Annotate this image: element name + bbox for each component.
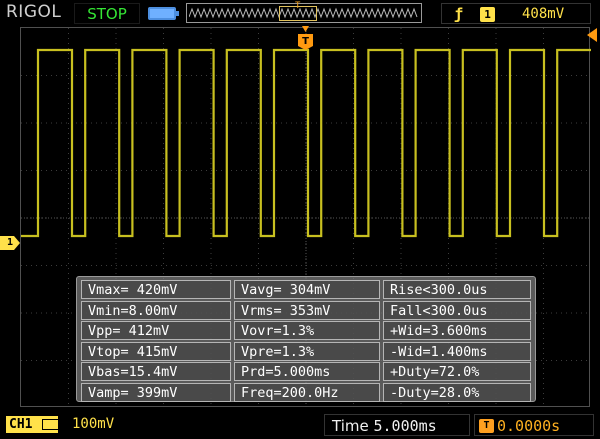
measurement-vavg: Vavg= 304mV	[234, 280, 380, 299]
trigger-level: 408mV	[522, 6, 565, 22]
measurement-vrms: Vrms= 353mV	[234, 300, 380, 320]
memory-depth-bar[interactable]: T	[186, 1, 422, 23]
measurement-pos-duty: +Duty=72.0%	[383, 362, 531, 381]
svg-text:T: T	[302, 36, 309, 47]
measurement-pos-width: +Wid=3.600ms	[383, 321, 531, 340]
channel-1-scale[interactable]: 100mV	[72, 415, 114, 433]
measurement-row: Vmax= 420mV Vavg= 304mV Rise<300.0us	[81, 280, 531, 300]
measurement-frequency: Freq=200.0Hz	[234, 382, 380, 402]
rising-edge-icon: ƒ	[454, 5, 464, 23]
channel-1-button[interactable]: CH1	[6, 416, 60, 433]
measurement-vpp: Vpp= 412mV	[81, 321, 231, 340]
brand-logo: RIGOL	[6, 2, 62, 22]
trigger-level-marker[interactable]	[587, 28, 597, 42]
measurement-fall: Fall<300.0us	[383, 300, 531, 320]
trigger-position-icon[interactable]: T	[298, 26, 313, 50]
measurement-row: Vpp= 412mV Vovr=1.3% +Wid=3.600ms	[81, 321, 531, 341]
measurement-row: Vbas=15.4mV Prd=5.000ms +Duty=72.0%	[81, 362, 531, 382]
measurement-row: Vtop= 415mV Vpre=1.3% -Wid=1.400ms	[81, 341, 531, 362]
horizontal-offset[interactable]: T 0.0000s	[474, 414, 594, 436]
channel-1-label: CH1	[9, 417, 33, 432]
run-stop-status[interactable]: STOP	[74, 3, 140, 24]
bottom-status-bar: CH1 100mV Time 5.000ms T 0.0000s	[0, 409, 600, 439]
measurement-period: Prd=5.000ms	[234, 362, 380, 381]
memory-trigger-icon: T	[295, 1, 301, 11]
measurement-vtop: Vtop= 415mV	[81, 341, 231, 361]
trigger-settings[interactable]: ƒ 1 408mV	[441, 3, 591, 24]
measurement-neg-width: -Wid=1.400ms	[383, 341, 531, 361]
battery-icon	[148, 7, 179, 20]
measurement-vbas: Vbas=15.4mV	[81, 362, 231, 381]
measurement-vamp: Vamp= 399mV	[81, 382, 231, 402]
measurement-vpre: Vpre=1.3%	[234, 341, 380, 361]
measurement-rise: Rise<300.0us	[383, 280, 531, 299]
channel-1-offset-marker[interactable]: 1	[0, 236, 20, 250]
measurement-vovr: Vovr=1.3%	[234, 321, 380, 340]
measurement-row: Vamp= 399mV Freq=200.0Hz -Duty=28.0%	[81, 382, 531, 403]
measurement-vmax: Vmax= 420mV	[81, 280, 231, 299]
dc-coupling-icon	[42, 419, 60, 430]
top-status-bar: RIGOL STOP T ƒ 1 408mV	[0, 0, 600, 26]
measurement-row: Vmin=8.00mV Vrms= 353mV Fall<300.0us	[81, 300, 531, 321]
measurement-neg-duty: -Duty=28.0%	[383, 382, 531, 402]
measurement-panel: Vmax= 420mV Vavg= 304mV Rise<300.0us Vmi…	[76, 276, 536, 402]
timebase-label: Time	[332, 417, 369, 435]
timebase-setting[interactable]: Time 5.000ms	[324, 414, 470, 436]
measurement-vmin: Vmin=8.00mV	[81, 300, 231, 320]
timebase-value: 5.000ms	[373, 417, 437, 435]
horizontal-offset-value: 0.0000s	[497, 417, 561, 435]
trigger-source-badge: 1	[480, 7, 495, 22]
trigger-offset-icon: T	[479, 419, 494, 433]
